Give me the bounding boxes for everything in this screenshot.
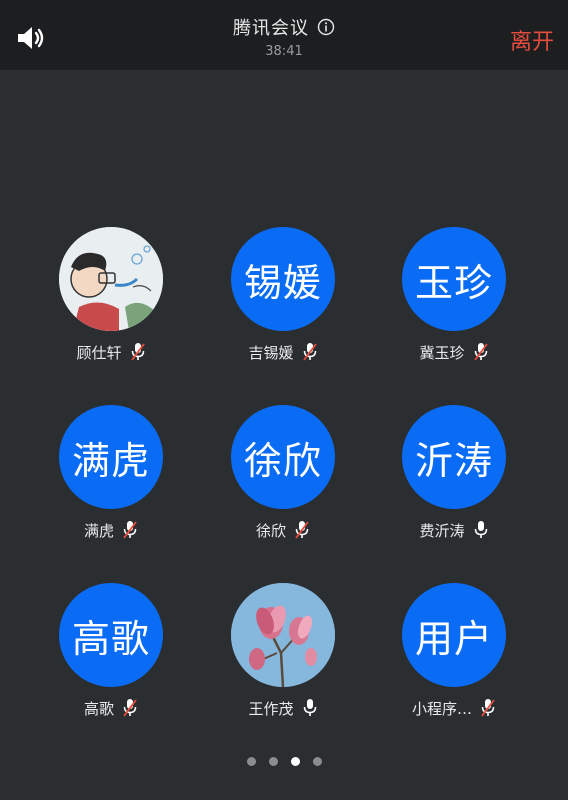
participant-tile[interactable]: 用户 小程序… [374,583,534,719]
mic-muted-icon [130,342,146,362]
avatar: 高歌 [59,583,163,687]
participant-tile[interactable]: 高歌 高歌 [31,583,191,719]
mic-muted-icon [122,698,138,718]
mic-icon [473,520,489,540]
participant-tile[interactable]: 徐欣 徐欣 [203,405,363,541]
participant-name: 冀玉珍 [419,343,465,362]
avatar: 用户 [402,583,506,687]
participant-name: 高歌 [83,699,114,718]
participant-tile[interactable]: 满虎 满虎 [31,405,191,541]
participant-name: 顾仕轩 [76,343,122,362]
mic-icon [302,698,318,718]
cartoon-avatar-image [59,227,163,331]
mic-muted-icon [480,698,496,718]
participant-name: 徐欣 [255,521,286,540]
page-indicator[interactable] [0,757,568,766]
participant-tile[interactable]: 王作茂 [203,583,363,719]
mic-muted-icon [302,342,318,362]
participant-grid: 顾仕轩 锡媛 吉锡媛 玉珍 冀玉珍 满虎 满虎 徐欣 徐欣 沂涛 费沂涛 高歌 … [0,0,568,800]
participant-name: 费沂涛 [419,521,465,540]
participant-tile[interactable]: 锡媛 吉锡媛 [203,227,363,363]
participant-tile[interactable]: 顾仕轩 [31,227,191,363]
page-dot[interactable] [268,757,278,766]
participant-name: 吉锡媛 [248,343,294,362]
flower-avatar-image [231,583,335,687]
page-dot[interactable] [246,757,256,766]
avatar [231,583,335,687]
avatar: 满虎 [59,405,163,509]
mic-muted-icon [294,520,310,540]
avatar: 沂涛 [402,405,506,509]
participant-name: 王作茂 [248,699,294,718]
avatar [59,227,163,331]
avatar: 徐欣 [231,405,335,509]
page-dot[interactable] [312,757,322,766]
participant-tile[interactable]: 玉珍 冀玉珍 [374,227,534,363]
avatar: 玉珍 [402,227,506,331]
page-dot-active[interactable] [290,757,300,766]
participant-tile[interactable]: 沂涛 费沂涛 [374,405,534,541]
participant-name: 小程序… [411,699,472,718]
mic-muted-icon [122,520,138,540]
mic-muted-icon [473,342,489,362]
participant-name: 满虎 [83,521,114,540]
avatar: 锡媛 [231,227,335,331]
